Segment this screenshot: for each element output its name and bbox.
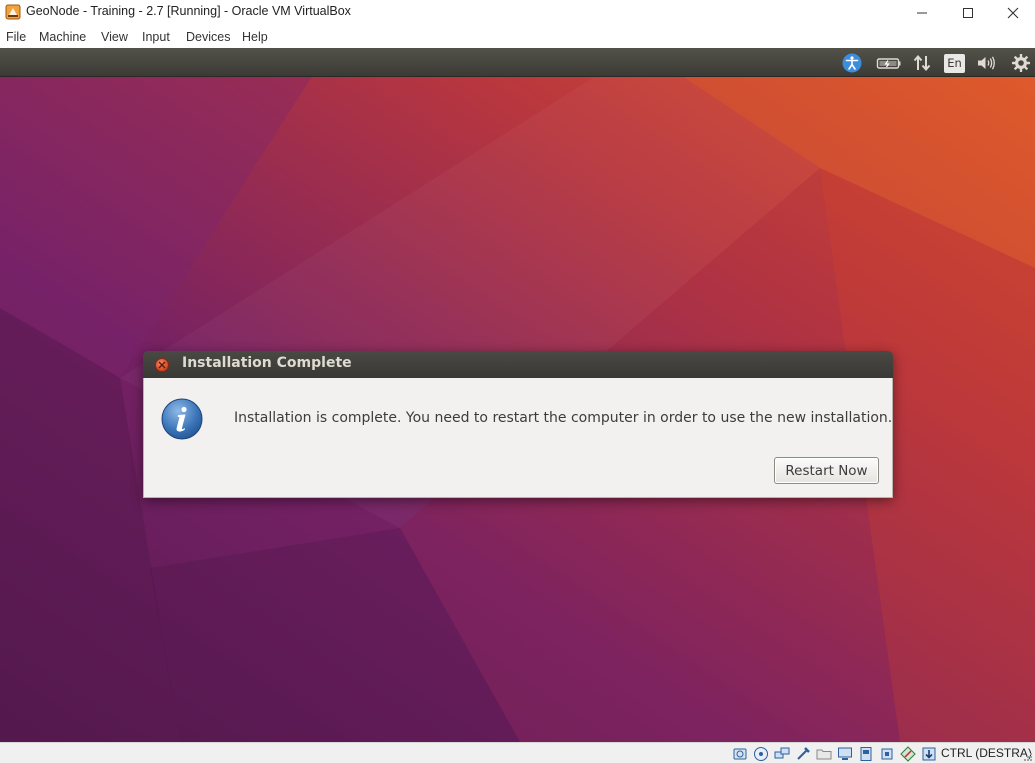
info-icon bbox=[161, 398, 203, 440]
installation-complete-dialog: Installation Complete Installation is co… bbox=[143, 351, 893, 498]
accessibility-icon bbox=[842, 53, 862, 73]
keyboard-layout-indicator[interactable]: En bbox=[944, 54, 965, 73]
usb-icon[interactable] bbox=[795, 746, 811, 762]
close-icon bbox=[1007, 7, 1019, 18]
dialog-message: Installation is complete. You need to re… bbox=[234, 410, 893, 426]
menu-input[interactable]: Input bbox=[142, 30, 170, 44]
close-icon bbox=[158, 361, 166, 369]
dialog-title: Installation Complete bbox=[182, 355, 352, 371]
network-indicator[interactable] bbox=[911, 52, 933, 74]
vbox-statusbar: CTRL (DESTRA) bbox=[0, 742, 1035, 763]
accessibility-indicator[interactable] bbox=[841, 52, 863, 74]
session-indicator[interactable] bbox=[1010, 52, 1032, 74]
battery-icon bbox=[876, 58, 901, 69]
keyboard-capture-icon[interactable] bbox=[921, 746, 937, 762]
optical-drive-icon[interactable] bbox=[753, 746, 769, 762]
dialog-body: Installation is complete. You need to re… bbox=[143, 378, 893, 498]
guest-screen[interactable]: En Installation Complete Installation is… bbox=[0, 48, 1035, 742]
volume-icon bbox=[978, 56, 995, 70]
dialog-titlebar: Installation Complete bbox=[143, 351, 893, 378]
network-icon bbox=[913, 54, 931, 72]
menubar: File Machine View Input Devices Help bbox=[0, 25, 1035, 48]
resize-grip-icon[interactable] bbox=[1022, 751, 1033, 762]
menu-help[interactable]: Help bbox=[242, 30, 268, 44]
menu-machine[interactable]: Machine bbox=[39, 30, 86, 44]
close-button[interactable] bbox=[990, 0, 1035, 25]
mouse-integration-icon[interactable] bbox=[900, 746, 916, 762]
minimize-button[interactable] bbox=[899, 0, 945, 25]
battery-indicator[interactable] bbox=[876, 52, 902, 74]
maximize-button[interactable] bbox=[945, 0, 991, 25]
shared-folders-icon[interactable] bbox=[816, 746, 832, 762]
menu-file[interactable]: File bbox=[6, 30, 26, 44]
hard-disk-icon[interactable] bbox=[732, 746, 748, 762]
window-title: GeoNode - Training - 2.7 [Running] - Ora… bbox=[26, 4, 351, 18]
settings-gear-icon bbox=[1012, 54, 1030, 72]
minimize-icon bbox=[917, 12, 927, 13]
volume-indicator[interactable] bbox=[975, 52, 997, 74]
cpu-icon[interactable] bbox=[879, 746, 895, 762]
window-titlebar: GeoNode - Training - 2.7 [Running] - Ora… bbox=[0, 0, 1035, 25]
menu-devices[interactable]: Devices bbox=[186, 30, 230, 44]
dialog-close-button[interactable] bbox=[155, 358, 169, 372]
guest-top-panel: En bbox=[0, 48, 1035, 77]
network-adapter-icon[interactable] bbox=[774, 746, 790, 762]
host-key-label: CTRL (DESTRA) bbox=[941, 746, 1032, 760]
virtualbox-icon bbox=[5, 4, 21, 20]
video-capture-icon[interactable] bbox=[858, 746, 874, 762]
menu-view[interactable]: View bbox=[101, 30, 128, 44]
maximize-icon bbox=[963, 7, 973, 18]
display-icon[interactable] bbox=[837, 746, 853, 762]
restart-now-button[interactable]: Restart Now bbox=[774, 457, 879, 484]
